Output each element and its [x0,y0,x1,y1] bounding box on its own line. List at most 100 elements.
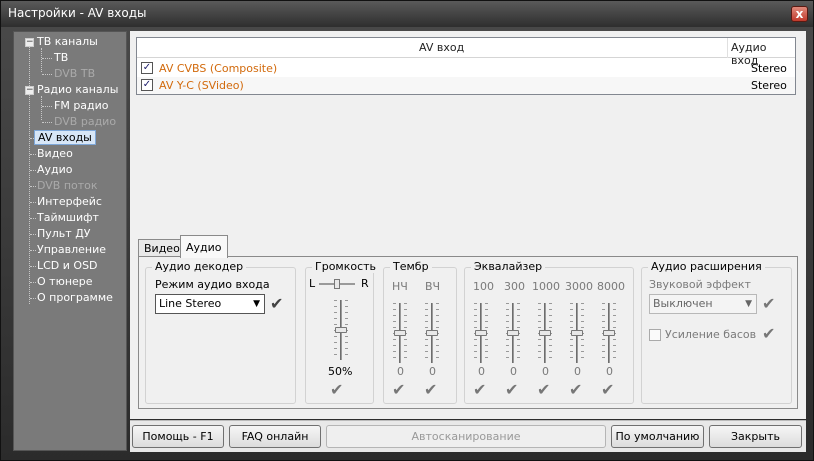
audio-extensions-group: Аудио расширения Звуковой эффект Выключе… [641,260,792,404]
audio-extensions-title: Аудио расширения [648,260,765,273]
eq-band-label: 3000 [565,280,593,293]
eq-slider-300[interactable] [506,303,520,363]
volume-title: Громкость [312,260,380,273]
sound-effect-label: Звуковой эффект [649,278,751,291]
faq-online-button[interactable]: FAQ онлайн [229,425,321,448]
volume-slider-thumb[interactable] [335,327,347,333]
sound-effect-check-icon[interactable]: ✔ [762,296,775,312]
main-panel: AV вход Аудио вход ✓ AV CVBS (Composite)… [130,31,806,419]
table-row[interactable]: ✓ AV Y-C (SVideo) Stereo [137,77,795,94]
balance-right-label: R [361,277,369,290]
row-input-name: AV CVBS (Composite) [159,62,278,75]
eq-check-icon[interactable]: ✔ [569,382,582,398]
treble-band-label: ВЧ [425,280,441,293]
balance-slider[interactable] [319,279,355,289]
treble-slider-thumb[interactable] [426,330,438,336]
eq-slider-thumb[interactable] [571,330,583,336]
eq-value: 0 [574,365,581,378]
table-header: AV вход Аудио вход [137,38,795,67]
apply-mode-check-icon[interactable]: ✔ [270,296,283,312]
close-icon[interactable]: x [791,6,808,22]
eq-band-label: 300 [504,280,525,293]
sidebar-item-av-inputs[interactable]: AV входы [34,130,96,145]
bass-boost-label: Усиление басов [665,328,757,341]
window-title: Настройки - AV входы [8,6,147,20]
close-button[interactable]: Закрыть [709,425,802,448]
input-mode-select[interactable]: Line Stereo ▼ [155,294,265,314]
table-row[interactable]: ✓ AV CVBS (Composite) Stereo [137,60,795,77]
treble-value: 0 [429,365,436,378]
sidebar-item-tv-channels[interactable]: ТВ каналы [37,35,98,48]
sidebar-item-audio[interactable]: Аудио [37,163,73,176]
eq-value: 0 [606,365,613,378]
sidebar-item-video[interactable]: Видео [37,147,73,160]
audio-tab-panel: Аудио декодер Режим аудио входа Line Ste… [138,256,798,409]
eq-check-icon[interactable]: ✔ [473,382,486,398]
sidebar-item-dvb-tv[interactable]: DVB ТВ [54,67,95,80]
sidebar-item-dvb-radio[interactable]: DVB радио [54,115,116,128]
sidebar-item-about-tuner[interactable]: О тюнере [37,275,93,288]
eq-value: 0 [542,365,549,378]
bass-band-label: НЧ [392,280,408,293]
sidebar-item-fm-radio[interactable]: FM радио [54,99,109,112]
bass-boost-check-icon[interactable]: ✔ [762,326,775,342]
expander-tv-icon[interactable]: − [25,38,34,47]
volume-group: Громкость L R 50% ✔ [305,260,380,404]
eq-slider-3000[interactable] [570,303,584,363]
eq-check-icon[interactable]: ✔ [537,382,550,398]
eq-slider-thumb[interactable] [475,330,487,336]
bass-value: 0 [397,365,404,378]
eq-value: 0 [478,365,485,378]
chevron-down-icon: ▼ [745,299,752,309]
eq-slider-1000[interactable] [538,303,552,363]
eq-slider-8000[interactable] [602,303,616,363]
settings-window: Настройки - AV входы x − ТВ каналы ТВ DV… [0,0,814,461]
volume-slider[interactable] [334,300,348,360]
sidebar-item-about-program[interactable]: О программе [37,291,113,304]
input-mode-label: Режим аудио входа [155,278,270,291]
input-mode-value: Line Stereo [159,297,222,310]
column-header-av-input[interactable]: AV вход [419,41,464,54]
balance-thumb[interactable] [334,279,340,289]
tab-audio[interactable]: Аудио [180,235,228,258]
eq-slider-thumb[interactable] [603,330,615,336]
volume-check-icon[interactable]: ✔ [330,382,343,398]
timbre-title: Тембр [390,260,432,273]
eq-band-label: 100 [473,280,494,293]
title-bar[interactable]: Настройки - AV входы x [1,1,813,27]
balance-left-label: L [309,277,316,290]
bottom-button-bar: Помощь - F1 FAQ онлайн Автосканирование … [130,420,806,452]
eq-check-icon[interactable]: ✔ [505,382,518,398]
treble-check-icon[interactable]: ✔ [424,382,437,398]
eq-slider-100[interactable] [474,303,488,363]
treble-slider[interactable] [425,303,439,363]
row-audio-input: Stereo [751,79,787,92]
chevron-down-icon: ▼ [253,299,260,309]
row-checkbox[interactable]: ✓ [141,79,153,91]
eq-check-icon[interactable]: ✔ [601,382,614,398]
sidebar-item-lcd-osd[interactable]: LCD и OSD [37,259,98,272]
sidebar-item-control[interactable]: Управление [37,243,106,256]
defaults-button[interactable]: По умолчанию [611,425,704,448]
eq-band-label: 1000 [532,280,560,293]
sidebar-item-tv[interactable]: ТВ [54,51,68,64]
sidebar-item-interface[interactable]: Интерфейс [37,195,102,208]
sidebar-item-dvb-stream[interactable]: DVB поток [37,179,98,192]
help-button[interactable]: Помощь - F1 [132,425,224,448]
expander-radio-icon[interactable]: − [25,86,34,95]
sidebar-item-timeshift[interactable]: Таймшифт [37,211,99,224]
sound-effect-select[interactable]: Выключен ▼ [649,294,757,314]
audio-decoder-title: Аудио декодер [152,260,247,273]
equalizer-group: Эквалайзер 100 300 1000 3000 8000 0 0 0 … [464,260,634,404]
eq-slider-thumb[interactable] [539,330,551,336]
bass-slider[interactable] [393,303,407,363]
equalizer-title: Эквалайзер [471,260,546,273]
sidebar-item-radio-channels[interactable]: Радио каналы [37,83,118,96]
autoscan-button[interactable]: Автосканирование [326,425,606,448]
bass-check-icon[interactable]: ✔ [392,382,405,398]
bass-slider-thumb[interactable] [394,330,406,336]
bass-boost-checkbox[interactable] [649,329,661,341]
eq-slider-thumb[interactable] [507,330,519,336]
row-checkbox[interactable]: ✓ [141,62,153,74]
sidebar-item-remote[interactable]: Пульт ДУ [37,227,91,240]
